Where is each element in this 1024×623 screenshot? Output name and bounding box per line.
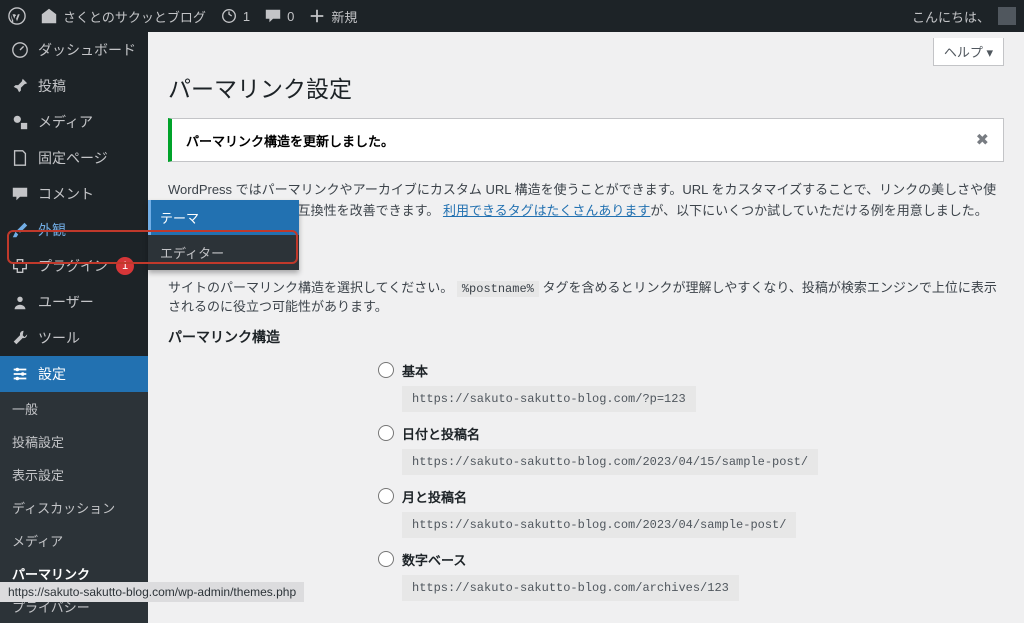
new-link[interactable]: 新規 (308, 7, 357, 26)
site-title: さくとのサクッとブログ (63, 7, 206, 26)
media-icon (10, 113, 30, 131)
permalink-option: 月と投稿名 https://sakuto-sakutto-blog.com/202… (378, 487, 1004, 538)
option-url: https://sakuto-sakutto-blog.com/2023/04/… (402, 512, 796, 538)
option-url: https://sakuto-sakutto-blog.com/archives… (402, 575, 739, 601)
option-label[interactable]: 日付と投稿名 (378, 424, 1004, 443)
comment-icon (10, 185, 30, 203)
sub-writing[interactable]: 投稿設定 (0, 425, 148, 458)
status-bar: https://sakuto-sakutto-blog.com/wp-admin… (0, 582, 304, 602)
wp-logo[interactable] (8, 7, 26, 25)
tags-link[interactable]: 利用できるタグはたくさんあります (443, 203, 650, 218)
option-label[interactable]: 数字ベース (378, 550, 1004, 569)
menu-tools[interactable]: ツール (0, 320, 148, 356)
menu-dashboard[interactable]: ダッシュボード (0, 32, 148, 68)
flyout-editor[interactable]: エディター (148, 235, 299, 270)
comments-link[interactable]: 0 (264, 7, 294, 25)
option-radio[interactable] (378, 362, 394, 378)
page-title: パーマリンク設定 (168, 70, 1004, 104)
sub-reading[interactable]: 表示設定 (0, 458, 148, 491)
hint-text: サイトのパーマリンク構造を選択してください。 %postname% タグを含める… (168, 277, 1004, 315)
help-tab[interactable]: ヘルプ ▾ (933, 38, 1004, 66)
option-label[interactable]: 基本 (378, 361, 1004, 380)
sub-media[interactable]: メディア (0, 524, 148, 557)
option-radio[interactable] (378, 551, 394, 567)
menu-media[interactable]: メディア (0, 104, 148, 140)
brush-icon (10, 221, 30, 239)
sub-general[interactable]: 一般 (0, 392, 148, 425)
updates-link[interactable]: 1 (220, 7, 250, 25)
page-icon (10, 149, 30, 167)
menu-appearance[interactable]: 外観 (0, 212, 148, 248)
content-area: ヘルプ ▾ パーマリンク設定 パーマリンク構造を更新しました。 ✖ WordPr… (148, 32, 1024, 602)
avatar (998, 7, 1016, 25)
plugin-icon (10, 257, 30, 275)
plugins-badge: 1 (116, 257, 134, 275)
menu-plugins[interactable]: プラグイン1 (0, 248, 148, 284)
dismiss-icon[interactable]: ✖ (976, 130, 989, 150)
success-notice: パーマリンク構造を更新しました。 ✖ (168, 118, 1004, 162)
menu-users[interactable]: ユーザー (0, 284, 148, 320)
site-link[interactable]: さくとのサクッとブログ (40, 7, 206, 26)
sliders-icon (10, 365, 30, 383)
option-url: https://sakuto-sakutto-blog.com/?p=123 (402, 386, 696, 412)
option-url: https://sakuto-sakutto-blog.com/2023/04/… (402, 449, 818, 475)
pin-icon (10, 77, 30, 95)
flyout-themes[interactable]: テーマ (148, 200, 299, 235)
user-icon (10, 293, 30, 311)
option-radio[interactable] (378, 425, 394, 441)
account-link[interactable]: こんにちは、 (912, 7, 1016, 26)
sub-discussion[interactable]: ディスカッション (0, 491, 148, 524)
appearance-flyout: テーマ エディター (148, 200, 299, 270)
dashboard-icon (10, 41, 30, 59)
permalink-option: 数字ベース https://sakuto-sakutto-blog.com/arc… (378, 550, 1004, 601)
admin-bar: さくとのサクッとブログ 1 0 新規 こんにちは、 (0, 0, 1024, 32)
postname-tag: %postname% (457, 281, 539, 297)
menu-posts[interactable]: 投稿 (0, 68, 148, 104)
menu-pages[interactable]: 固定ページ (0, 140, 148, 176)
menu-comments[interactable]: コメント (0, 176, 148, 212)
option-radio[interactable] (378, 488, 394, 504)
permalink-option: 日付と投稿名 https://sakuto-sakutto-blog.com/20… (378, 424, 1004, 475)
permalink-option: 基本 https://sakuto-sakutto-blog.com/?p=123 (378, 361, 1004, 412)
admin-sidebar: ダッシュボード 投稿 メディア 固定ページ コメント 外観 プラグイン1 ユーザ… (0, 32, 148, 602)
structure-heading: パーマリンク構造 (168, 327, 1004, 347)
wrench-icon (10, 329, 30, 347)
option-label[interactable]: 月と投稿名 (378, 487, 1004, 506)
notice-text: パーマリンク構造を更新しました。 (186, 131, 394, 150)
menu-settings[interactable]: 設定 (0, 356, 148, 392)
greeting-text: こんにちは、 (912, 7, 990, 26)
